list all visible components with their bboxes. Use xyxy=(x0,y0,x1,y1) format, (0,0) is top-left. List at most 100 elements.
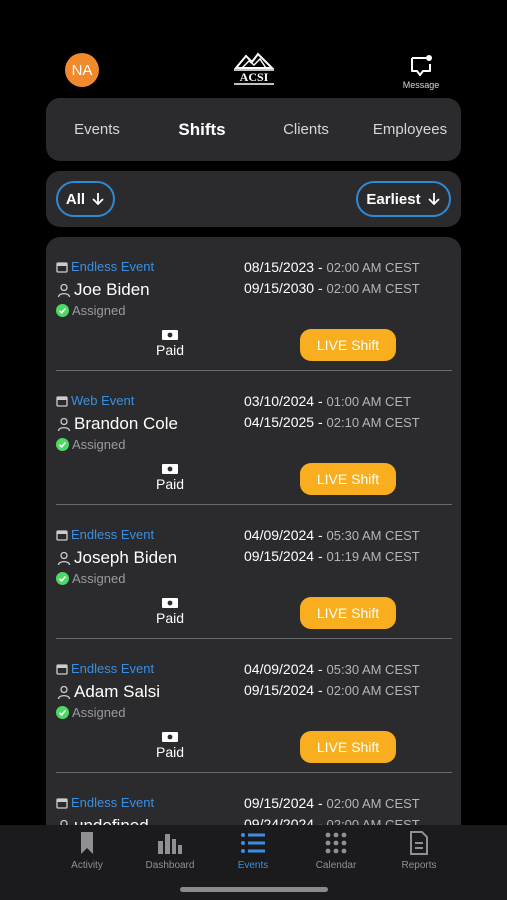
paid-label: Paid xyxy=(155,610,185,626)
message-button[interactable]: Message xyxy=(396,54,446,94)
check-circle-icon xyxy=(56,438,69,451)
employee-name-label: Joe Biden xyxy=(74,280,150,299)
end-time: 02:00 AM CEST xyxy=(326,817,420,825)
end-date: 09/15/2024 - xyxy=(244,682,323,698)
arrow-down-icon xyxy=(92,193,104,206)
tab-events[interactable]: Events xyxy=(54,98,140,161)
end-date: 04/15/2025 - xyxy=(244,414,323,430)
nav-label: Calendar xyxy=(315,860,357,871)
cash-icon xyxy=(162,732,178,742)
shift-card[interactable]: Endless Event Joe Biden Assigned Paid 08… xyxy=(56,237,452,371)
event-type: Endless Event xyxy=(56,661,154,676)
live-shift-button[interactable]: LIVE Shift xyxy=(300,597,396,629)
cash-icon xyxy=(162,598,178,608)
paid-indicator: Paid xyxy=(142,597,198,626)
event-type-label: Web Event xyxy=(71,393,135,408)
event-type-label: Endless Event xyxy=(71,527,155,542)
shift-dates: 08/15/2023 - 02:00 AM CEST 09/15/2030 - … xyxy=(244,257,420,299)
end-date: 09/15/2024 - xyxy=(244,548,323,564)
employee-name: Adam Salsi xyxy=(56,682,160,702)
grid-dots-icon xyxy=(325,832,347,854)
home-indicator xyxy=(180,887,328,892)
paid-indicator: Paid xyxy=(142,463,198,492)
live-shift-button[interactable]: LIVE Shift xyxy=(300,329,396,361)
person-icon xyxy=(57,551,71,566)
event-type: Endless Event xyxy=(56,795,154,810)
start-date: 08/15/2023 - xyxy=(244,259,323,275)
end-time: 02:00 AM CEST xyxy=(326,683,420,698)
person-icon xyxy=(57,685,71,700)
status-label: Assigned xyxy=(72,705,126,720)
paid-label: Paid xyxy=(155,476,185,492)
top-bar: NA ACSI Message xyxy=(0,0,507,98)
end-time: 02:00 AM CEST xyxy=(326,281,420,296)
assigned-status: Assigned xyxy=(56,437,125,452)
paid-indicator: Paid xyxy=(142,329,198,358)
paid-indicator: Paid xyxy=(142,731,198,760)
shift-dates: 03/10/2024 - 01:00 AM CET 04/15/2025 - 0… xyxy=(244,391,420,433)
cash-icon xyxy=(162,330,178,340)
shift-dates: 04/09/2024 - 05:30 AM CEST 09/15/2024 - … xyxy=(244,659,420,701)
shift-card[interactable]: Endless Event Adam Salsi Assigned Paid 0… xyxy=(56,639,452,773)
event-type-label: Endless Event xyxy=(71,259,155,274)
sort-earliest-button[interactable]: Earliest xyxy=(356,181,451,217)
start-date: 09/15/2024 - xyxy=(244,795,323,811)
nav-events[interactable]: Events xyxy=(213,831,293,871)
bookmark-icon xyxy=(81,832,93,854)
employee-name: Brandon Cole xyxy=(56,414,178,434)
nav-label: Activity xyxy=(71,860,103,871)
start-date: 03/10/2024 - xyxy=(244,393,323,409)
filter-bar: All Earliest xyxy=(46,171,461,227)
shift-list: Endless Event Joe Biden Assigned Paid 08… xyxy=(46,237,461,825)
end-time: 01:19 AM CEST xyxy=(326,549,420,564)
shift-card[interactable]: Endless Event undefined 09/15/2024 - 02:… xyxy=(56,773,452,825)
nav-calendar[interactable]: Calendar xyxy=(296,831,376,871)
tab-clients[interactable]: Clients xyxy=(264,98,348,161)
end-time: 02:10 AM CEST xyxy=(326,415,420,430)
shift-dates: 04/09/2024 - 05:30 AM CEST 09/15/2024 - … xyxy=(244,525,420,567)
status-label: Assigned xyxy=(72,571,126,586)
tab-employees[interactable]: Employees xyxy=(364,98,456,161)
calendar-icon xyxy=(56,663,68,675)
bottom-nav: Activity Dashboard Events Calendar Repor… xyxy=(0,825,507,900)
employee-name: Joseph Biden xyxy=(56,548,177,568)
assigned-status: Assigned xyxy=(56,571,125,586)
shift-card[interactable]: Endless Event Joseph Biden Assigned Paid… xyxy=(56,505,452,639)
start-time: 02:00 AM CEST xyxy=(326,260,420,275)
shift-dates: 09/15/2024 - 02:00 AM CEST 09/24/2024 - … xyxy=(244,793,420,825)
start-time: 02:00 AM CEST xyxy=(326,796,420,811)
calendar-icon xyxy=(56,529,68,541)
nav-dashboard[interactable]: Dashboard xyxy=(130,831,210,871)
avatar[interactable]: NA xyxy=(65,53,99,87)
event-type: Endless Event xyxy=(56,527,154,542)
calendar-icon xyxy=(56,797,68,809)
assigned-status: Assigned xyxy=(56,705,125,720)
live-shift-button[interactable]: LIVE Shift xyxy=(300,463,396,495)
event-type: Web Event xyxy=(56,393,134,408)
start-date: 04/09/2024 - xyxy=(244,661,323,677)
logo-text: ACSI xyxy=(240,70,269,84)
filter-all-button[interactable]: All xyxy=(56,181,115,217)
sort-earliest-label: Earliest xyxy=(366,190,421,208)
calendar-icon xyxy=(56,261,68,273)
list-icon xyxy=(241,833,265,853)
employee-name: Joe Biden xyxy=(56,280,150,300)
assigned-status: Assigned xyxy=(56,303,125,318)
nav-reports[interactable]: Reports xyxy=(379,831,459,871)
status-label: Assigned xyxy=(72,437,126,452)
tab-shifts[interactable]: Shifts xyxy=(154,98,250,161)
shift-card[interactable]: Web Event Brandon Cole Assigned Paid 03/… xyxy=(56,371,452,505)
nav-label: Reports xyxy=(401,860,437,871)
calendar-icon xyxy=(56,395,68,407)
employee-name-label: Brandon Cole xyxy=(74,414,178,433)
nav-label: Dashboard xyxy=(145,860,195,871)
document-icon xyxy=(410,831,428,855)
acsi-logo: ACSI xyxy=(232,50,276,86)
nav-activity[interactable]: Activity xyxy=(47,831,127,871)
paid-label: Paid xyxy=(155,744,185,760)
paid-label: Paid xyxy=(155,342,185,358)
check-circle-icon xyxy=(56,304,69,317)
live-shift-button[interactable]: LIVE Shift xyxy=(300,731,396,763)
employee-name-label: undefined xyxy=(74,816,149,825)
start-time: 05:30 AM CEST xyxy=(326,528,420,543)
